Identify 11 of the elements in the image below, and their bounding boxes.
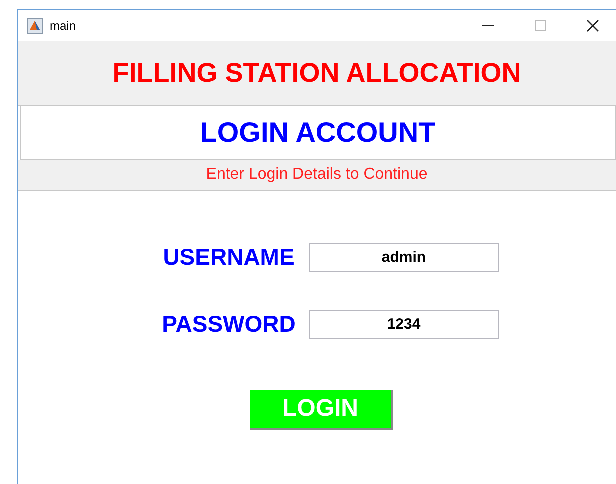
input-field[interactable]: 1234: [309, 310, 499, 338]
input-field[interactable]: admin: [309, 242, 499, 272]
app-icon: [27, 18, 43, 34]
field-label: PASSWORD: [161, 310, 297, 338]
minimize-icon[interactable]: [482, 24, 494, 26]
close-icon[interactable]: [587, 20, 599, 32]
window-title: main: [50, 18, 76, 32]
app-title: FILLING STATION ALLOCATION: [112, 58, 522, 88]
subtitle: Enter Login Details to Continue: [206, 166, 428, 184]
panel-title: LOGIN ACCOUNT: [200, 116, 436, 148]
field-label: USERNAME: [162, 244, 296, 270]
